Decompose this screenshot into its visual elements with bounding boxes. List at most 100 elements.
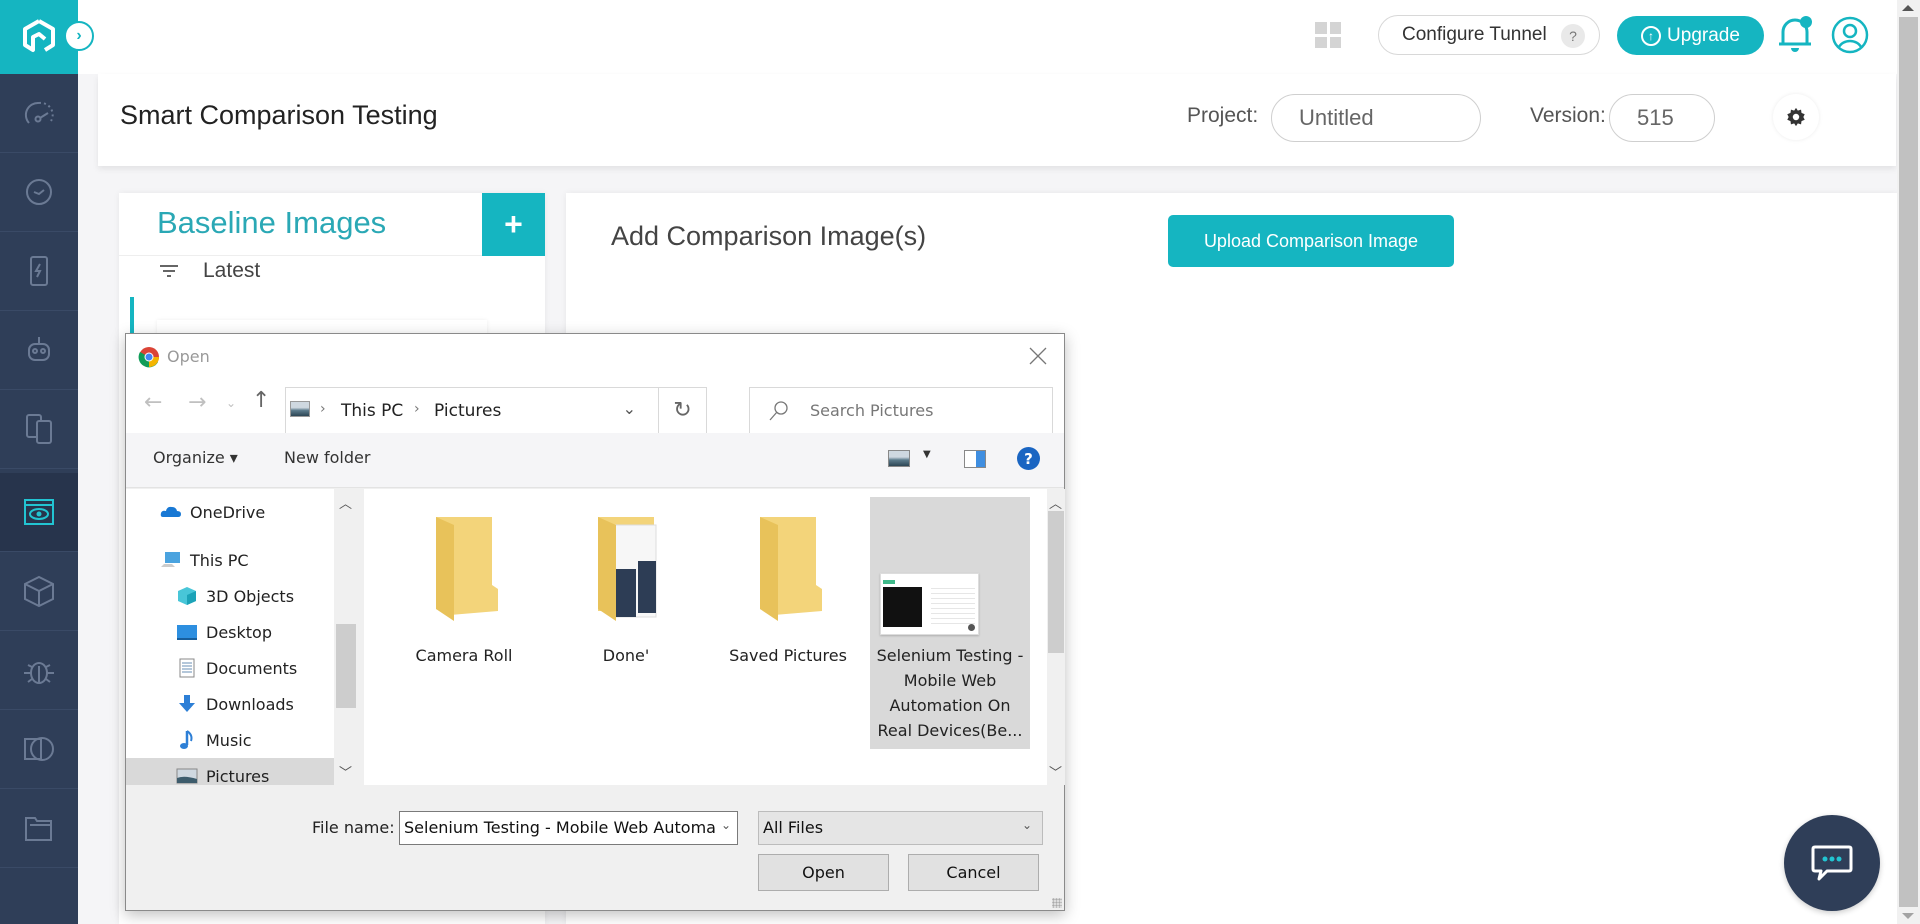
nav-item-downloads[interactable]: Downloads: [126, 686, 334, 722]
file-item-saved-pictures[interactable]: Saved Pictures: [708, 497, 868, 749]
version-input[interactable]: 515: [1609, 94, 1715, 142]
forward-arrow-icon[interactable]: →: [188, 390, 206, 415]
open-button[interactable]: Open: [758, 854, 889, 891]
settings-button[interactable]: [1773, 94, 1819, 140]
close-icon[interactable]: [1026, 344, 1050, 368]
page-header: Smart Comparison Testing Project: Untitl…: [98, 74, 1896, 166]
sidebar-item-real-device[interactable]: [0, 232, 78, 311]
sidebar-item-smart-ui-testing[interactable]: [0, 473, 78, 552]
sidebar-item-app-testing[interactable]: [0, 390, 78, 469]
apps-grid-icon[interactable]: [1315, 22, 1341, 48]
sidebar-item-integrations[interactable]: [0, 552, 78, 631]
baseline-title: Baseline Images: [157, 205, 387, 240]
scrollbar-thumb[interactable]: [1899, 17, 1918, 907]
preview-pane-icon[interactable]: [964, 450, 986, 468]
sidebar-item-screenshot-comparison[interactable]: [0, 710, 78, 789]
up-arrow-icon[interactable]: ↑: [252, 388, 270, 413]
nav-label: Documents: [206, 658, 298, 678]
image-thumbnail: [880, 573, 979, 635]
nav-item-music[interactable]: Music: [126, 722, 334, 758]
nav-item-this-pc[interactable]: This PC: [126, 542, 334, 578]
refresh-icon[interactable]: ↻: [658, 388, 706, 433]
file-list-scrollbar[interactable]: ︿ ﹀: [1047, 489, 1065, 785]
nav-item-pictures[interactable]: Pictures: [126, 758, 334, 785]
help-icon[interactable]: ?: [1561, 24, 1585, 48]
sidebar-item-issue-tracker[interactable]: [0, 631, 78, 710]
organize-button[interactable]: Organize ▾: [153, 448, 238, 467]
scrollbar-thumb[interactable]: [336, 624, 356, 708]
nav-item-documents[interactable]: Documents: [126, 650, 334, 686]
back-arrow-icon[interactable]: ←: [144, 390, 162, 415]
address-dropdown-icon[interactable]: ⌄: [623, 399, 636, 418]
scroll-up-icon[interactable]: ︿: [339, 493, 352, 512]
new-folder-button[interactable]: New folder: [284, 448, 370, 467]
configure-tunnel-button[interactable]: Configure Tunnel ?: [1378, 15, 1600, 55]
file-item-camera-roll[interactable]: Camera Roll: [384, 497, 544, 749]
file-item-done[interactable]: Done': [546, 497, 706, 749]
nav-item-desktop[interactable]: Desktop: [126, 614, 334, 650]
sidebar-item-automation[interactable]: [0, 153, 78, 232]
chevron-down-icon[interactable]: ⌄: [721, 818, 731, 832]
navigation-scrollbar[interactable]: ︿ ﹀: [334, 489, 358, 785]
gear-icon: [1787, 107, 1805, 127]
scroll-down-arrow[interactable]: [1902, 913, 1914, 919]
upgrade-label: Upgrade: [1667, 24, 1740, 46]
chat-support-button[interactable]: [1784, 815, 1880, 911]
comparison-title: Add Comparison Image(s): [611, 221, 927, 251]
cancel-button[interactable]: Cancel: [908, 854, 1039, 891]
search-input[interactable]: Search Pictures: [749, 387, 1053, 434]
file-type-select[interactable]: All Files ⌄: [758, 811, 1043, 845]
help-button[interactable]: ?: [1017, 447, 1040, 470]
file-name-label: File name:: [312, 818, 395, 837]
project-input[interactable]: Untitled: [1271, 94, 1481, 142]
filter-icon: [160, 265, 178, 277]
view-dropdown-icon[interactable]: ▼: [923, 449, 931, 460]
upload-comparison-button[interactable]: Upload Comparison Image: [1168, 215, 1454, 267]
sidebar-item-test-at-scale[interactable]: [0, 311, 78, 390]
file-name-input[interactable]: Selenium Testing - Mobile Web Automa ⌄: [399, 811, 738, 845]
recent-dropdown-icon[interactable]: ⌄: [226, 396, 236, 410]
scrollbar-thumb[interactable]: [1048, 511, 1064, 653]
user-avatar-icon[interactable]: [1830, 14, 1870, 56]
devices-icon: [26, 414, 52, 444]
onedrive-icon: [160, 506, 181, 517]
scroll-down-icon[interactable]: ﹀: [1049, 762, 1062, 781]
cube-icon: [178, 587, 196, 605]
sidebar-item-projects[interactable]: [0, 789, 78, 868]
chevron-right-icon: ›: [76, 27, 82, 44]
resize-grip-icon[interactable]: [1052, 898, 1062, 908]
chevron-down-icon: ⌄: [1021, 818, 1032, 832]
folder-icon: [25, 817, 52, 841]
file-list: Camera Roll Done' Saved Pictures Seleniu…: [364, 489, 1047, 785]
add-baseline-button[interactable]: +: [482, 193, 545, 256]
sort-label: Latest: [203, 259, 261, 282]
address-bar[interactable]: › This PC › Pictures ⌄ ↻: [285, 387, 707, 434]
sidebar-expand-button[interactable]: ›: [64, 21, 94, 51]
sort-dropdown[interactable]: Latest: [159, 259, 260, 283]
nav-label: Music: [206, 730, 252, 750]
nav-label: This PC: [190, 550, 249, 570]
breadcrumb-this-pc[interactable]: This PC: [341, 401, 403, 421]
file-label: Saved Pictures: [729, 646, 847, 665]
breadcrumb-pictures[interactable]: Pictures: [434, 401, 501, 421]
upgrade-button[interactable]: ↑ Upgrade: [1617, 16, 1764, 55]
navigation-pane: OneDrive This PC 3D Objects Desktop Docu…: [126, 489, 334, 785]
document-icon: [179, 658, 195, 678]
dialog-titlebar[interactable]: Open: [126, 334, 1064, 378]
scroll-up-icon[interactable]: ︿: [1049, 493, 1062, 512]
change-view-icon[interactable]: [888, 450, 910, 467]
sidebar: [0, 0, 78, 924]
nav-item-onedrive[interactable]: OneDrive: [126, 494, 334, 530]
notification-bell-icon[interactable]: [1775, 14, 1815, 56]
file-label: Selenium Testing - Mobile Web Automation…: [876, 646, 1024, 740]
scroll-up-arrow[interactable]: [1902, 5, 1914, 11]
nav-item-3d-objects[interactable]: 3D Objects: [126, 578, 334, 614]
top-bar: Configure Tunnel ? ↑ Upgrade: [78, 0, 1898, 74]
sidebar-item-dashboard[interactable]: [0, 74, 78, 153]
divider: [119, 255, 482, 256]
scroll-down-icon[interactable]: ﹀: [339, 762, 352, 781]
page-scrollbar[interactable]: [1897, 0, 1920, 924]
file-label: Camera Roll: [415, 646, 513, 665]
search-icon: [769, 401, 788, 421]
file-item-selenium-testing[interactable]: Selenium Testing - Mobile Web Automation…: [870, 497, 1030, 749]
